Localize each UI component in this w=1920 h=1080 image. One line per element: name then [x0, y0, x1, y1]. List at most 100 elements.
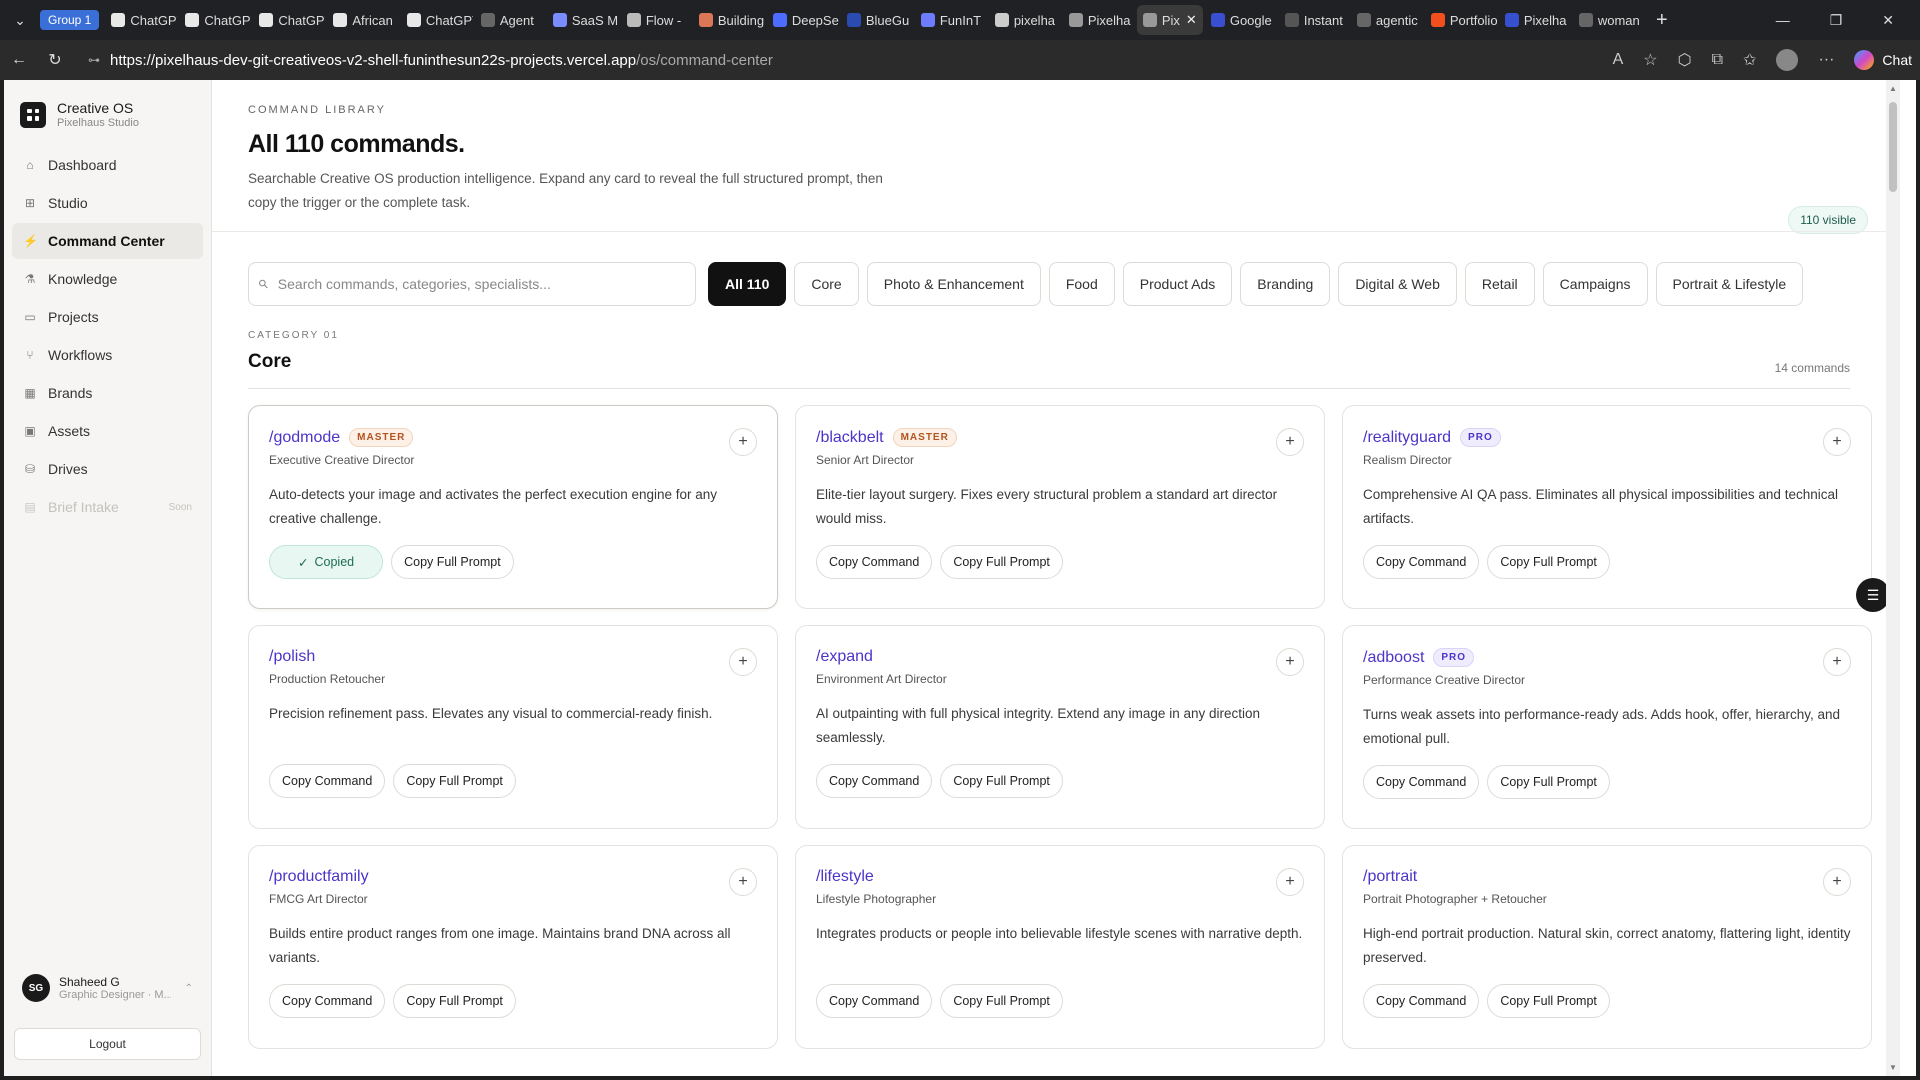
browser-tab[interactable]: BlueGu [841, 5, 913, 35]
split-screen-icon[interactable]: ⧉ [1712, 51, 1723, 69]
restore-icon[interactable]: ❐ [1830, 12, 1843, 29]
copy-command-button[interactable]: Copy Command [269, 984, 386, 1018]
sidebar-item-drives[interactable]: ⛁ Drives [12, 451, 203, 487]
command-trigger[interactable]: /godmode [269, 429, 340, 447]
browser-tab[interactable]: Flow - [621, 5, 691, 35]
copy-full-prompt-button[interactable]: Copy Full Prompt [393, 764, 516, 798]
expand-plus-icon[interactable]: + [1823, 868, 1851, 896]
sidebar-item-dashboard[interactable]: ⌂ Dashboard [12, 147, 203, 183]
search-input[interactable] [277, 276, 658, 292]
copy-full-prompt-button[interactable]: Copy Full Prompt [940, 984, 1063, 1018]
copy-command-button[interactable]: Copy Command [269, 764, 386, 798]
command-trigger[interactable]: /blackbelt [816, 429, 884, 447]
scrollbar-thumb[interactable] [1889, 102, 1897, 192]
command-card[interactable]: /productfamily FMCG Art Director + Builds e… [248, 845, 778, 1049]
command-card[interactable]: /polish Production Retoucher + Precision re… [248, 625, 778, 829]
extensions-icon[interactable]: ⬡ [1678, 50, 1692, 70]
command-trigger[interactable]: /lifestyle [816, 868, 874, 886]
sidebar-item-projects[interactable]: ▭ Projects [12, 299, 203, 335]
browser-tab[interactable]: ChatGPT [253, 5, 325, 35]
url-field[interactable]: ⊶ https://pixelhaus-dev-git-creativeos-v… [80, 45, 1599, 75]
browser-tab[interactable]: Agent [475, 5, 545, 35]
expand-plus-icon[interactable]: + [1276, 428, 1304, 456]
browser-tab[interactable]: Google [1205, 5, 1277, 35]
browser-tab[interactable]: African [327, 5, 398, 35]
filter-chip[interactable]: Branding [1240, 262, 1331, 306]
copy-full-prompt-button[interactable]: Copy Full Prompt [1487, 984, 1610, 1018]
copy-full-prompt-button[interactable]: Copy Full Prompt [393, 984, 516, 1018]
copy-full-prompt-button[interactable]: Copy Full Prompt [940, 764, 1063, 798]
sidebar-item-command-center[interactable]: ⚡ Command Center [12, 223, 203, 259]
browser-tab[interactable]: Instant [1279, 5, 1349, 35]
tab-group-chip[interactable]: Group 1 [40, 10, 100, 30]
scroll-up-icon[interactable]: ▲ [1886, 84, 1900, 93]
sidebar-item-studio[interactable]: ⊞ Studio [12, 185, 203, 221]
copy-command-button[interactable]: Copy Command [1363, 984, 1480, 1018]
sidebar-item-workflows[interactable]: ⑂ Workflows [12, 337, 203, 373]
copilot-chat-button[interactable]: Chat [1854, 50, 1912, 70]
browser-tab[interactable]: agentic [1351, 5, 1423, 35]
close-window-icon[interactable]: ✕ [1882, 12, 1894, 29]
command-trigger[interactable]: /productfamily [269, 868, 369, 886]
browser-tab[interactable]: Building [693, 5, 765, 35]
filter-chip[interactable]: Portrait & Lifestyle [1655, 262, 1804, 306]
favorite-star-icon[interactable]: ☆ [1643, 50, 1657, 70]
command-card[interactable]: /realityguard PRO Realism Director + Compreh… [1342, 405, 1872, 609]
expand-plus-icon[interactable]: + [729, 648, 757, 676]
filter-chip[interactable]: Food [1048, 262, 1115, 306]
filter-chip[interactable]: Product Ads [1122, 262, 1233, 306]
copy-full-prompt-button[interactable]: Copy Full Prompt [940, 545, 1063, 579]
command-card[interactable]: /expand Environment Art Director + AI outpa… [795, 625, 1325, 829]
sidebar-item-knowledge[interactable]: ⚗ Knowledge [12, 261, 203, 297]
copied-button[interactable]: ✓ Copied [269, 545, 384, 579]
site-info-icon[interactable]: ⊶ [88, 53, 100, 67]
command-trigger[interactable]: /expand [816, 648, 873, 666]
reload-icon[interactable]: ↻ [44, 50, 66, 70]
browser-tab[interactable]: DeepSe [767, 5, 839, 35]
browser-tab[interactable]: FunInT [915, 5, 987, 35]
copy-command-button[interactable]: Copy Command [1363, 765, 1480, 799]
browser-tab[interactable]: pixelha [989, 5, 1061, 35]
close-tab-icon[interactable]: ✕ [1186, 12, 1197, 28]
new-tab-button[interactable]: + [1647, 9, 1677, 32]
copy-full-prompt-button[interactable]: Copy Full Prompt [1487, 545, 1610, 579]
read-aloud-icon[interactable]: A [1613, 51, 1624, 69]
expand-plus-icon[interactable]: + [729, 428, 757, 456]
search-box[interactable]: ⚲ [248, 262, 696, 306]
command-trigger[interactable]: /portrait [1363, 868, 1417, 886]
favorites-icon[interactable]: ✩ [1743, 50, 1756, 70]
brand[interactable]: Creative OS Pixelhaus Studio [4, 80, 211, 147]
copy-command-button[interactable]: Copy Command [816, 984, 933, 1018]
copy-full-prompt-button[interactable]: Copy Full Prompt [391, 545, 514, 579]
profile-avatar[interactable] [1776, 49, 1799, 71]
tab-actions-menu-icon[interactable]: ⌄ [6, 6, 34, 34]
browser-tab[interactable]: woman [1573, 5, 1645, 35]
expand-plus-icon[interactable]: + [1823, 648, 1851, 676]
command-card[interactable]: /adboost PRO Performance Creative Director… [1342, 625, 1872, 829]
copy-full-prompt-button[interactable]: Copy Full Prompt [1487, 765, 1610, 799]
filter-chip[interactable]: All 110 [708, 262, 787, 306]
copy-command-button[interactable]: Copy Command [1363, 545, 1480, 579]
page-scrollbar[interactable]: ▲ ▼ [1886, 80, 1900, 1076]
copy-command-button[interactable]: Copy Command [816, 545, 933, 579]
browser-tab[interactable]: Portfolio [1425, 5, 1497, 35]
filter-chip[interactable]: Retail [1464, 262, 1535, 306]
expand-plus-icon[interactable]: + [729, 868, 757, 896]
command-card[interactable]: /lifestyle Lifestyle Photographer + Integra… [795, 845, 1325, 1049]
command-card[interactable]: /portrait Portrait Photographer + Retouch… [1342, 845, 1872, 1049]
filter-chip[interactable]: Digital & Web [1338, 262, 1457, 306]
floating-menu-button[interactable]: ☰ [1856, 578, 1890, 612]
more-icon[interactable]: ··· [1818, 51, 1834, 69]
browser-tab[interactable]: ChatGPT [179, 5, 251, 35]
browser-tab[interactable]: ChatGPT [401, 5, 473, 35]
browser-tab[interactable]: ChatGPT [105, 5, 177, 35]
expand-plus-icon[interactable]: + [1276, 868, 1304, 896]
filter-chip[interactable]: Photo & Enhancement [866, 262, 1041, 306]
sidebar-item-assets[interactable]: ▣ Assets [12, 413, 203, 449]
user-menu[interactable]: SG Shaheed G Graphic Designer · M... ⌃ [14, 966, 201, 1010]
logout-button[interactable]: Logout [14, 1028, 201, 1060]
command-trigger[interactable]: /adboost [1363, 649, 1424, 667]
filter-chip[interactable]: Core [794, 262, 859, 306]
scroll-down-icon[interactable]: ▼ [1886, 1063, 1900, 1072]
command-trigger[interactable]: /realityguard [1363, 429, 1451, 447]
